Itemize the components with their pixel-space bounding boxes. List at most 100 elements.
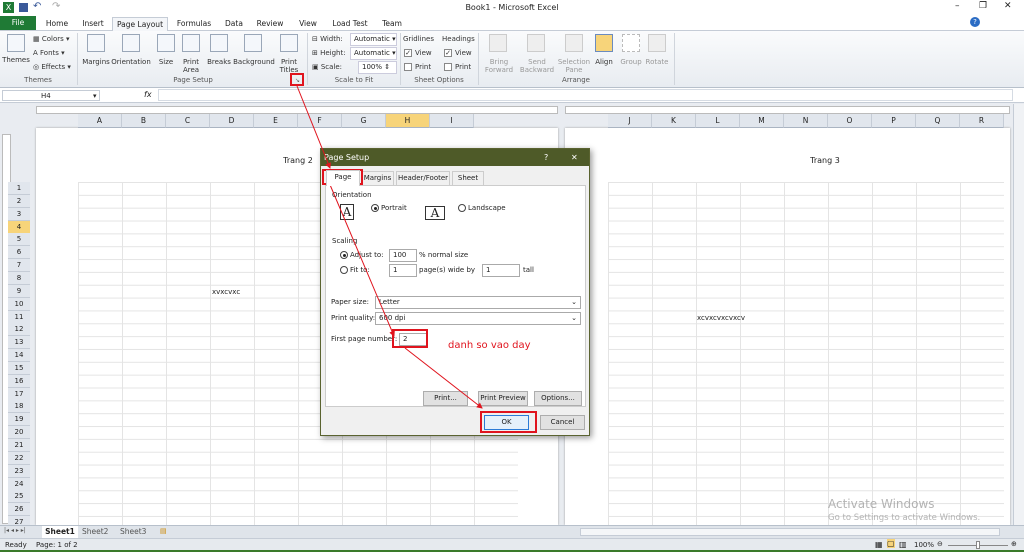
bring-forward-button[interactable]: Bring Forward bbox=[482, 58, 516, 74]
tab-page-layout[interactable]: Page Layout bbox=[112, 17, 168, 31]
adjust-to-radio[interactable]: Adjust to: bbox=[340, 251, 384, 259]
dialog-close-button[interactable]: ✕ bbox=[571, 149, 578, 166]
column-header-a[interactable]: A bbox=[78, 114, 122, 128]
formula-input[interactable] bbox=[158, 89, 1013, 101]
column-header-i[interactable]: I bbox=[430, 114, 474, 128]
row-header-2[interactable]: 2 bbox=[8, 194, 30, 208]
selection-pane-button[interactable]: Selection Pane bbox=[557, 58, 591, 74]
fit-wide-input[interactable]: 1 bbox=[389, 264, 417, 277]
row-header-10[interactable]: 10 bbox=[8, 297, 30, 311]
sheet-tab-sheet1[interactable]: Sheet1 bbox=[42, 526, 78, 538]
zoom-in-button[interactable]: ⊕ bbox=[1011, 540, 1017, 548]
minimize-button[interactable]: – bbox=[955, 1, 960, 11]
column-header-b[interactable]: B bbox=[122, 114, 166, 128]
print-area-button[interactable]: Print Area bbox=[178, 58, 204, 74]
row-header-5[interactable]: 5 bbox=[8, 233, 30, 247]
cell-grid[interactable] bbox=[608, 182, 1004, 525]
tab-data[interactable]: Data bbox=[222, 17, 246, 31]
row-header-19[interactable]: 19 bbox=[8, 413, 30, 427]
row-header-6[interactable]: 6 bbox=[8, 246, 30, 260]
adjust-to-input[interactable]: 100 bbox=[389, 249, 417, 262]
zoom-level[interactable]: 100% bbox=[914, 541, 934, 549]
tab-home[interactable]: Home bbox=[42, 17, 72, 31]
row-header-20[interactable]: 20 bbox=[8, 426, 30, 440]
tab-file[interactable]: File bbox=[0, 16, 36, 30]
row-header-22[interactable]: 22 bbox=[8, 451, 30, 465]
page-break-view-icon[interactable]: ▥ bbox=[899, 540, 907, 549]
tab-review[interactable]: Review bbox=[254, 17, 286, 31]
row-header-25[interactable]: 25 bbox=[8, 490, 30, 504]
row-header-23[interactable]: 23 bbox=[8, 464, 30, 478]
name-box[interactable]: H4 ▾ bbox=[2, 90, 100, 101]
column-header-e[interactable]: E bbox=[254, 114, 298, 128]
row-header-12[interactable]: 12 bbox=[8, 323, 30, 337]
fonts-button[interactable]: A Fonts ▾ bbox=[33, 49, 65, 57]
column-header-f[interactable]: F bbox=[298, 114, 342, 128]
sheet-nav-arrows[interactable]: |◂ ◂ ▸ ▸| bbox=[4, 527, 26, 534]
row-header-7[interactable]: 7 bbox=[8, 259, 30, 273]
row-header-14[interactable]: 14 bbox=[8, 349, 30, 363]
fx-button[interactable]: fx bbox=[144, 90, 152, 99]
column-header-k[interactable]: K bbox=[652, 114, 696, 128]
zoom-slider[interactable] bbox=[948, 541, 1008, 549]
rotate-button[interactable]: Rotate bbox=[644, 58, 670, 66]
breaks-button[interactable]: Breaks bbox=[206, 58, 232, 66]
size-button[interactable]: Size bbox=[155, 58, 177, 66]
row-header-16[interactable]: 16 bbox=[8, 374, 30, 388]
vertical-scrollbar[interactable] bbox=[1013, 104, 1024, 525]
colors-button[interactable]: ▦ Colors ▾ bbox=[33, 35, 70, 43]
row-header-8[interactable]: 8 bbox=[8, 271, 30, 285]
restore-button[interactable]: ❐ bbox=[979, 1, 987, 11]
dialog-tab-page[interactable]: Page bbox=[326, 170, 360, 186]
close-button[interactable]: ✕ bbox=[1004, 1, 1012, 11]
column-header-r[interactable]: R bbox=[960, 114, 1004, 128]
row-header-9[interactable]: 9 bbox=[8, 284, 30, 298]
print-button[interactable]: Print... bbox=[423, 391, 468, 406]
fit-tall-input[interactable]: 1 bbox=[482, 264, 520, 277]
row-header-4[interactable]: 4 bbox=[8, 220, 30, 234]
dialog-tab-margins[interactable]: Margins bbox=[361, 171, 394, 185]
column-header-q[interactable]: Q bbox=[916, 114, 960, 128]
headings-print-checkbox[interactable]: Print bbox=[444, 63, 471, 71]
height-dropdown[interactable]: Automatic ▾ bbox=[350, 47, 397, 60]
gridlines-view-checkbox[interactable]: ✓ View bbox=[404, 49, 432, 57]
portrait-radio[interactable]: Portrait bbox=[371, 204, 407, 212]
row-header-11[interactable]: 11 bbox=[8, 310, 30, 324]
sheet-tab-sheet2[interactable]: Sheet2 bbox=[82, 527, 108, 536]
cancel-button[interactable]: Cancel bbox=[540, 415, 585, 430]
row-header-21[interactable]: 21 bbox=[8, 439, 30, 452]
effects-button[interactable]: ◎ Effects ▾ bbox=[33, 63, 71, 71]
zoom-out-button[interactable]: ⊖ bbox=[937, 540, 943, 548]
row-header-15[interactable]: 15 bbox=[8, 361, 30, 375]
headings-view-checkbox[interactable]: ✓ View bbox=[444, 49, 472, 57]
row-header-17[interactable]: 17 bbox=[8, 387, 30, 401]
row-header-13[interactable]: 13 bbox=[8, 336, 30, 350]
group-button[interactable]: Group bbox=[618, 58, 644, 66]
column-header-m[interactable]: M bbox=[740, 114, 784, 128]
column-header-j[interactable]: J bbox=[608, 114, 652, 128]
dialog-tab-sheet[interactable]: Sheet bbox=[452, 171, 484, 185]
insert-sheet-icon[interactable]: ▤ bbox=[160, 527, 167, 535]
column-header-l[interactable]: L bbox=[696, 114, 740, 128]
tab-insert[interactable]: Insert bbox=[78, 17, 108, 31]
send-backward-button[interactable]: Send Backward bbox=[518, 58, 556, 74]
column-header-c[interactable]: C bbox=[166, 114, 210, 128]
column-header-g[interactable]: G bbox=[342, 114, 386, 128]
row-header-24[interactable]: 24 bbox=[8, 477, 30, 491]
tab-team[interactable]: Team bbox=[380, 17, 404, 31]
background-button[interactable]: Background bbox=[233, 58, 275, 66]
print-quality-dropdown[interactable]: 600 dpi ⌄ bbox=[375, 312, 581, 325]
column-header-d[interactable]: D bbox=[210, 114, 254, 128]
page-layout-view-icon[interactable]: ▢ bbox=[887, 539, 895, 548]
gridlines-print-checkbox[interactable]: Print bbox=[404, 63, 431, 71]
tab-formulas[interactable]: Formulas bbox=[174, 17, 214, 31]
tab-load-test[interactable]: Load Test bbox=[330, 17, 370, 31]
orientation-button[interactable]: Orientation bbox=[111, 58, 151, 66]
cell-text[interactable]: xvxcvxc bbox=[212, 288, 240, 296]
align-button[interactable]: Align bbox=[592, 58, 616, 66]
cell-text[interactable]: xcvxcvxcvxcv bbox=[697, 314, 745, 322]
dialog-help-button[interactable]: ? bbox=[544, 149, 548, 166]
print-titles-button[interactable]: Print Titles bbox=[275, 58, 303, 74]
help-icon[interactable]: ? bbox=[970, 17, 980, 27]
scale-spinner[interactable]: 100% ⇕ bbox=[358, 61, 397, 74]
